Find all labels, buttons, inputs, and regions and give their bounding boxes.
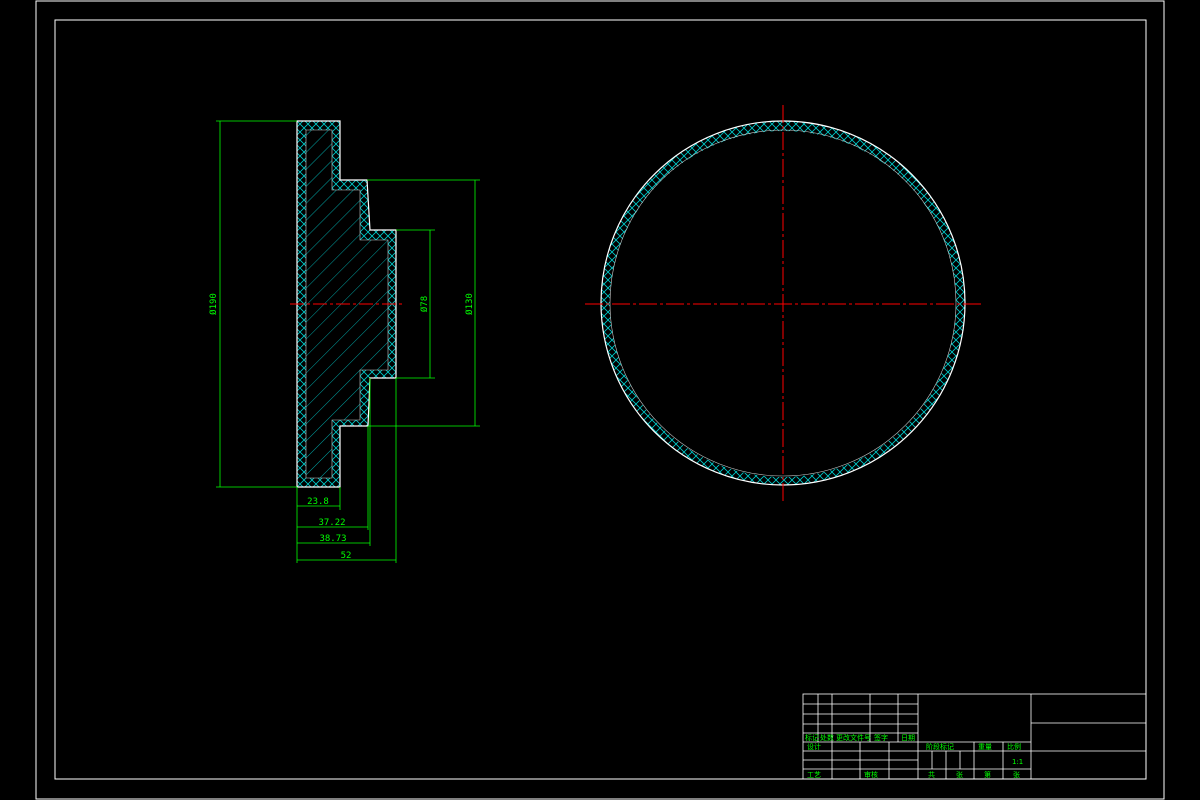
dim-len-2: 37.22 [318,518,345,528]
tb-label-stage: 阶段标记 [926,742,954,751]
tb-sheet-unit-1: 张 [956,770,963,779]
tb-label-change-doc: 更改文件号 [836,733,871,742]
tb-sheet-unit-2: 张 [1013,770,1020,779]
tb-sheet-total: 共 [928,770,935,779]
dim-inner-diameter: Ø78 [419,296,430,312]
circle-view [585,105,982,503]
tb-label-sign: 签字 [874,733,888,742]
dim-middle-diameter: Ø130 [464,293,475,315]
tb-label-scale: 比例 [1007,742,1021,751]
outer-frame [35,0,1165,800]
tb-scale-value: 1:1 [1012,758,1023,766]
dim-len-total: 52 [341,551,352,561]
dim-len-3: 38.73 [319,534,346,544]
inner-frame [54,19,1147,780]
tb-label-process: 工艺 [807,771,821,779]
dim-overall-diameter: Ø190 [208,293,219,315]
cad-drawing: Ø190 Ø130 Ø78 23.8 37.22 38.73 52 标记 处数 … [35,0,1165,800]
tb-label-count: 处数 [820,733,834,742]
tb-sheet-number: 第 [984,770,991,779]
dim-len-1: 23.8 [307,497,329,507]
tb-label-designer: 设计 [807,742,821,751]
tb-label-approve: 审核 [864,770,878,779]
tb-label-date: 日期 [901,734,915,742]
tb-label-weight: 重量 [978,743,992,751]
title-block-labels: 标记 处数 更改文件号 签字 日期 设计 审核 工艺 阶段标记 重量 比例 1:… [805,733,1023,779]
tb-label-mark: 标记 [805,733,819,742]
section-view [290,120,402,488]
